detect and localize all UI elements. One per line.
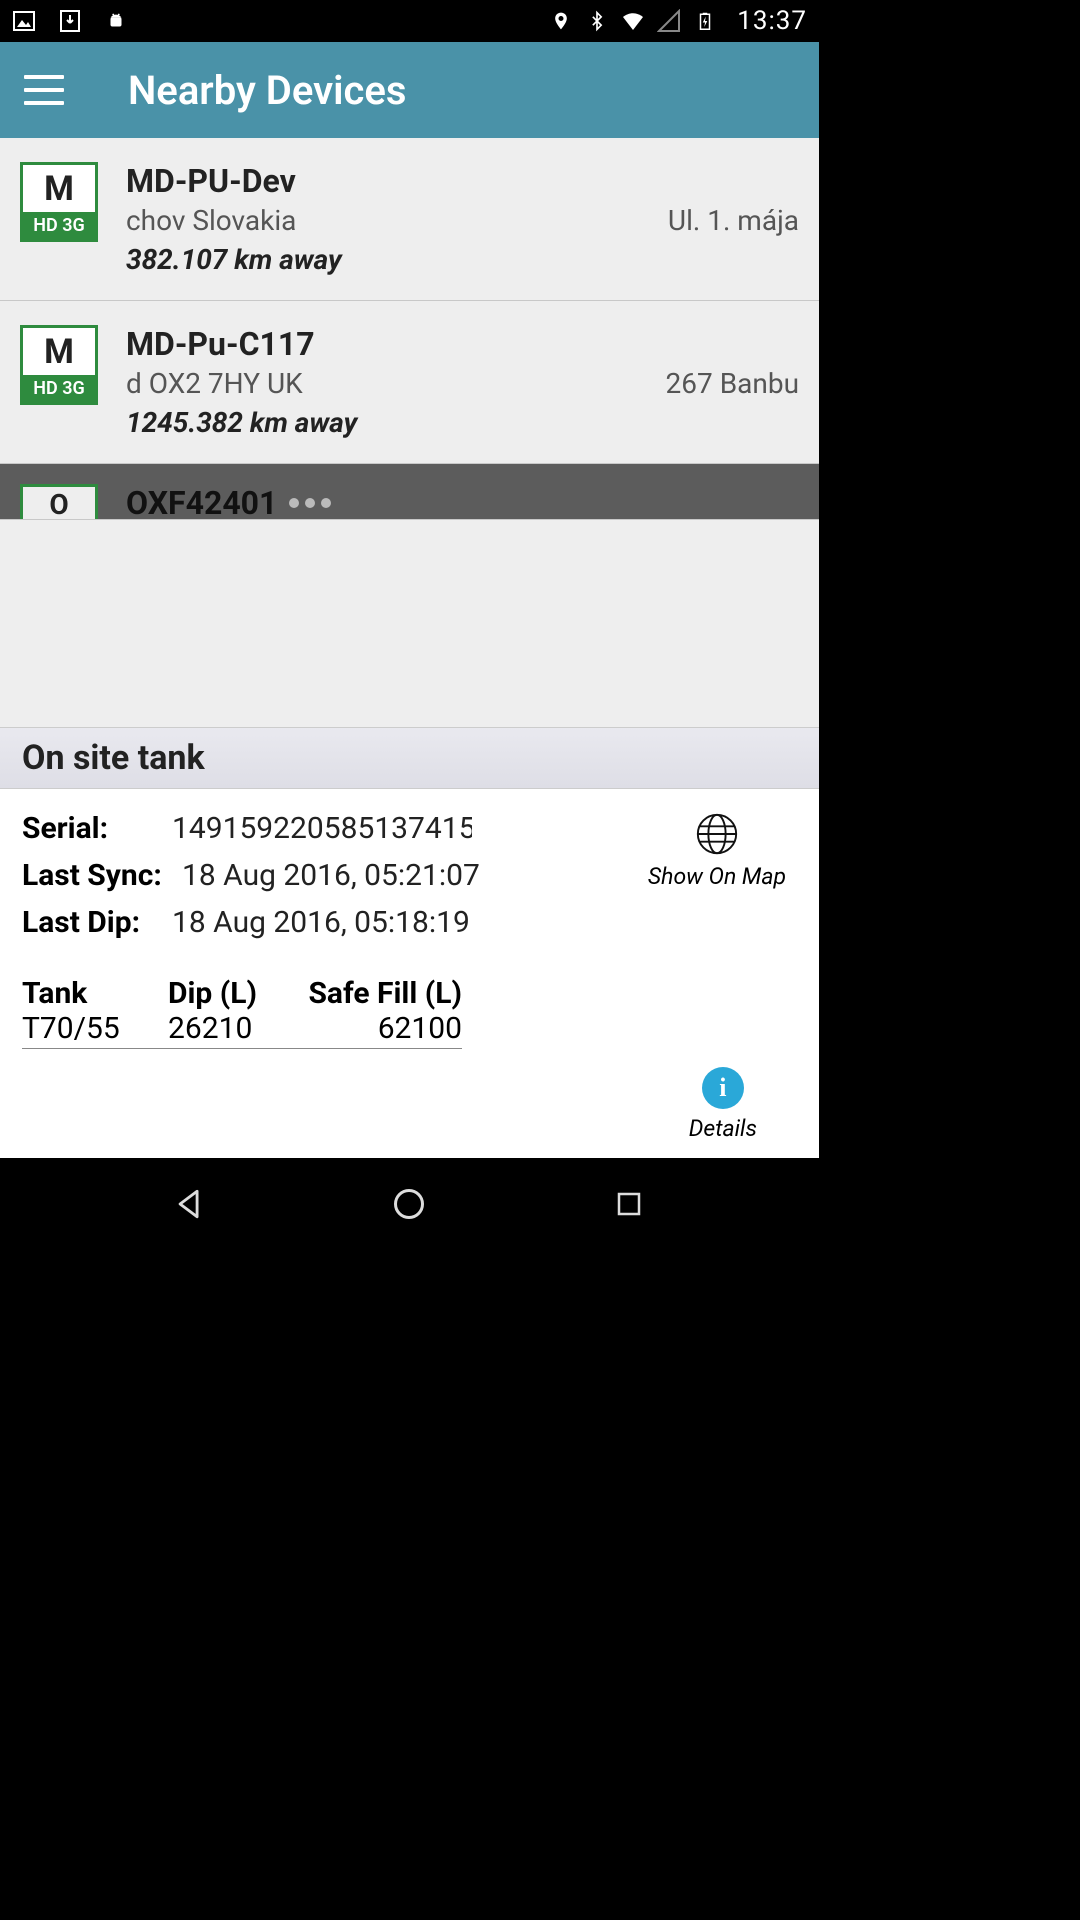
picture-icon (12, 9, 36, 33)
panel-title: On site tank (0, 727, 819, 789)
menu-icon[interactable] (24, 75, 64, 105)
cell-signal-icon (657, 9, 681, 33)
recents-button[interactable] (607, 1182, 651, 1226)
bluetooth-icon (585, 9, 609, 33)
device-list-item-selected[interactable]: O OXF42401 (0, 464, 819, 520)
system-nav-bar (0, 1158, 819, 1250)
device-list-item[interactable]: M HD 3G MD-Pu-C117 d OX2 7HY UK 267 Banb… (0, 301, 819, 464)
badge-tag: HD 3G (23, 212, 95, 239)
col-safefill-header: Safe Fill (L) (308, 976, 462, 1011)
device-distance: 382.107 km away (126, 243, 799, 276)
device-badge: O (20, 484, 98, 520)
tank-id: T70/55 (22, 1011, 168, 1046)
device-badge: M HD 3G (20, 325, 98, 405)
badge-letter: M (23, 165, 95, 212)
globe-icon (694, 811, 740, 857)
tank-row: T70/55 26210 62100 (22, 1011, 462, 1049)
badge-letter: M (23, 328, 95, 375)
tank-dip: 26210 (168, 1011, 308, 1046)
device-name: OXF42401 (126, 484, 277, 520)
home-button[interactable] (387, 1182, 431, 1226)
serial-label: Serial: (22, 811, 172, 846)
battery-charging-icon (693, 9, 717, 33)
device-name: MD-PU-Dev (126, 162, 799, 200)
status-bar: 13:37 (0, 0, 819, 42)
col-dip-header: Dip (L) (168, 976, 308, 1011)
android-icon (104, 9, 128, 33)
last-dip-label: Last Dip: (22, 905, 172, 940)
detail-panel: On site tank Serial: 1491592205851374150… (0, 727, 819, 1158)
back-button[interactable] (168, 1182, 212, 1226)
details-label: Details (689, 1115, 757, 1142)
wifi-icon (621, 9, 645, 33)
tank-safefill: 62100 (308, 1011, 462, 1046)
clock-time: 13:37 (737, 6, 807, 36)
badge-letter: O (23, 487, 95, 520)
page-title: Nearby Devices (128, 67, 407, 114)
details-button[interactable]: i Details (689, 1067, 757, 1142)
device-location-right: Ul. 1. mája (668, 204, 799, 237)
app-bar: Nearby Devices (0, 42, 819, 138)
last-dip-value: 18 Aug 2016, 05:18:19 (172, 905, 470, 940)
tank-table: Tank Dip (L) Safe Fill (L) T70/55 26210 … (22, 976, 462, 1049)
col-tank-header: Tank (22, 976, 168, 1011)
info-icon: i (702, 1067, 744, 1109)
loading-dots-icon (289, 498, 331, 508)
last-sync-label: Last Sync: (22, 858, 182, 893)
device-location-right: 267 Banbu (666, 367, 799, 400)
device-name: MD-Pu-C117 (126, 325, 799, 363)
show-on-map-label: Show On Map (648, 863, 786, 890)
last-sync-value: 18 Aug 2016, 05:21:07 (182, 858, 480, 893)
device-location-left: chov Slovakia (126, 204, 296, 237)
content-area: M HD 3G MD-PU-Dev chov Slovakia Ul. 1. m… (0, 138, 819, 1158)
device-location-left: d OX2 7HY UK (126, 367, 303, 400)
device-distance: 1245.382 km away (126, 406, 799, 439)
location-icon (549, 9, 573, 33)
badge-tag: HD 3G (23, 375, 95, 402)
show-on-map-button[interactable]: Show On Map (648, 811, 786, 890)
device-list-item[interactable]: M HD 3G MD-PU-Dev chov Slovakia Ul. 1. m… (0, 138, 819, 301)
device-badge: M HD 3G (20, 162, 98, 242)
download-icon (58, 9, 82, 33)
serial-value: 14915922058513741500 (172, 811, 472, 846)
